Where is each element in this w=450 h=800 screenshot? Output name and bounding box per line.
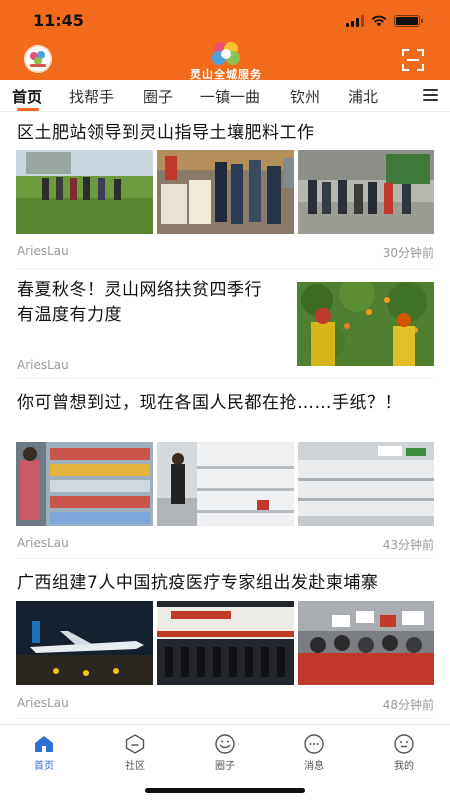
status-time: 11:45 bbox=[33, 11, 84, 30]
nav-home-label: 首页 bbox=[34, 761, 54, 772]
tab-qinzhou[interactable]: 钦州 bbox=[290, 86, 320, 107]
menu-icon[interactable] bbox=[423, 89, 438, 102]
tab-circle[interactable]: 圈子 bbox=[143, 86, 173, 107]
active-tab-indicator bbox=[17, 108, 39, 111]
article-thumbnail[interactable] bbox=[16, 150, 153, 234]
app-brand: 灵山全城服务 bbox=[170, 40, 282, 81]
community-icon bbox=[125, 734, 145, 754]
message-icon bbox=[304, 734, 324, 754]
article-author: AriesLau bbox=[17, 536, 69, 550]
divider bbox=[16, 378, 434, 379]
article-title[interactable]: 区土肥站领导到灵山指导土壤肥料工作 bbox=[17, 121, 437, 146]
article-author: AriesLau bbox=[17, 244, 69, 258]
divider bbox=[16, 718, 434, 719]
article-author: AriesLau bbox=[17, 696, 69, 710]
avatar[interactable] bbox=[24, 45, 52, 73]
article-thumbnail[interactable] bbox=[157, 601, 294, 685]
tab-town-song[interactable]: 一镇一曲 bbox=[200, 86, 260, 107]
nav-home[interactable]: 首页 bbox=[14, 733, 74, 772]
article-thumbnail[interactable] bbox=[157, 150, 294, 234]
article-time: 30分钟前 bbox=[382, 246, 434, 260]
nav-community-label: 社区 bbox=[125, 761, 145, 772]
divider bbox=[16, 558, 434, 559]
nav-circle[interactable]: 圈子 bbox=[195, 733, 255, 772]
wifi-icon bbox=[371, 15, 387, 27]
article-time: 43分钟前 bbox=[382, 538, 434, 552]
article-thumbnail[interactable] bbox=[157, 442, 294, 526]
circle-icon bbox=[215, 734, 235, 754]
nav-profile-label: 我的 bbox=[394, 761, 414, 772]
nav-profile[interactable]: 我的 bbox=[374, 733, 434, 772]
news-feed: 区土肥站领导到灵山指导土壤肥料工作 AriesLau 30分钟前 春夏秋冬！灵山… bbox=[0, 112, 450, 724]
status-icons bbox=[346, 14, 423, 28]
scan-icon[interactable] bbox=[402, 49, 424, 71]
article-thumbnail[interactable] bbox=[297, 282, 434, 366]
home-icon bbox=[35, 736, 53, 752]
channel-tabs: 首页 找帮手 圈子 一镇一曲 钦州 浦北 bbox=[0, 80, 450, 112]
brand-logo-icon bbox=[212, 42, 240, 65]
tab-find-helper[interactable]: 找帮手 bbox=[69, 86, 114, 107]
article-thumbnail[interactable] bbox=[16, 442, 153, 526]
article-author: AriesLau bbox=[17, 358, 69, 372]
status-bar: 11:45 bbox=[0, 0, 450, 44]
nav-messages-label: 消息 bbox=[304, 761, 324, 772]
tab-pubei[interactable]: 浦北 bbox=[348, 86, 378, 107]
battery-icon bbox=[394, 15, 423, 27]
tab-home[interactable]: 首页 bbox=[12, 86, 42, 107]
article-title[interactable]: 春夏秋冬！灵山网络扶贫四季行有温度有力度 bbox=[17, 278, 279, 328]
nav-circle-label: 圈子 bbox=[215, 761, 235, 772]
article-thumbnail[interactable] bbox=[298, 601, 434, 685]
nav-messages[interactable]: 消息 bbox=[284, 733, 344, 772]
article-title[interactable]: 你可曾想到过，现在各国人民都在抢……手纸？！ bbox=[17, 391, 417, 416]
nav-community[interactable]: 社区 bbox=[105, 733, 165, 772]
article-thumbnail[interactable] bbox=[16, 601, 153, 685]
article-thumbnail[interactable] bbox=[298, 442, 434, 526]
signal-icon bbox=[346, 15, 364, 27]
home-indicator[interactable] bbox=[145, 788, 305, 793]
article-title[interactable]: 广西组建7人中国抗疫医疗专家组出发赴柬埔寨 bbox=[17, 571, 437, 596]
article-thumbnail[interactable] bbox=[298, 150, 434, 234]
divider bbox=[16, 268, 434, 269]
article-time: 48分钟前 bbox=[382, 698, 434, 712]
profile-icon bbox=[394, 734, 414, 754]
app-header: 11:45 灵山全城服务 bbox=[0, 0, 450, 81]
